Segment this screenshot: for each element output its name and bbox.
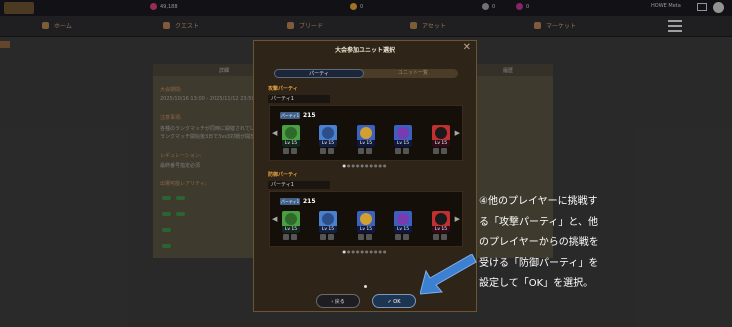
note-line: のプレイヤーからの挑戦を <box>479 237 599 248</box>
page-indicator <box>364 285 367 288</box>
unit-figure <box>285 213 297 225</box>
equip-slots[interactable] <box>433 148 447 154</box>
unit-figure <box>397 213 409 225</box>
unit-level: Lv 15 <box>282 140 300 147</box>
defense-party-label: 防御パーティ <box>268 172 298 178</box>
unit-card[interactable]: Lv 15 <box>432 211 450 233</box>
equip-slots[interactable] <box>433 234 447 240</box>
party-tag: パーティ1 <box>280 112 300 119</box>
unit-card[interactable]: Lv 15 <box>282 125 300 147</box>
unit-card[interactable]: Lv 15 <box>319 211 337 233</box>
ok-button[interactable]: ✓ OK <box>372 294 416 308</box>
party-power: 215 <box>303 112 316 119</box>
back-button[interactable]: ‹ 戻る <box>316 294 360 308</box>
note-line: る「攻撃パーティ」と、他 <box>479 216 598 228</box>
unit-level: Lv 15 <box>319 140 337 147</box>
equip-slots[interactable] <box>358 234 372 240</box>
unit-figure <box>322 127 334 139</box>
unit-card[interactable]: Lv 15 <box>282 211 300 233</box>
equip-slots[interactable] <box>283 234 297 240</box>
unit-level: Lv 15 <box>319 226 337 233</box>
equip-slots[interactable] <box>358 148 372 154</box>
next-arrow-icon[interactable]: ▶ <box>455 215 460 223</box>
tab-unit-list[interactable]: ユニット一覧 <box>368 69 458 78</box>
unit-card[interactable]: Lv 15 <box>319 125 337 147</box>
unit-level: Lv 15 <box>357 140 375 147</box>
attack-team-box: ◀ ▶ パーティ1 215 Lv 15 Lv 15 Lv 15 Lv 15 Lv… <box>269 105 463 161</box>
equip-slots[interactable] <box>320 234 334 240</box>
unit-card[interactable]: Lv 15 <box>432 125 450 147</box>
unit-figure <box>360 127 372 139</box>
defense-party-name[interactable]: パーティ1 <box>268 181 330 189</box>
note-line: 設定して「OK」を選択。 <box>479 278 594 289</box>
unit-card[interactable]: Lv 15 <box>357 211 375 233</box>
unit-level: Lv 15 <box>282 226 300 233</box>
modal-title: 大会参加ユニット選択 <box>334 47 395 54</box>
tab-party[interactable]: パーティ <box>274 69 364 78</box>
unit-level: Lv 15 <box>432 226 450 233</box>
unit-level: Lv 15 <box>394 226 412 233</box>
unit-level: Lv 15 <box>432 140 450 147</box>
unit-figure <box>360 213 372 225</box>
party-power: 215 <box>303 198 316 205</box>
close-icon[interactable]: ✕ <box>463 42 471 53</box>
instruction-note: ④他のプレイヤーに挑戦す る「攻撃パーティ」と、他 のプレイヤーからの挑戦を 受… <box>479 192 629 295</box>
note-line: 受ける「防御パーティ」を <box>479 257 599 269</box>
prev-arrow-icon[interactable]: ◀ <box>272 129 277 137</box>
attack-party-name[interactable]: パーティ1 <box>268 95 330 103</box>
unit-figure <box>435 213 447 225</box>
unit-figure <box>322 213 334 225</box>
next-arrow-icon[interactable]: ▶ <box>455 129 460 137</box>
equip-slots[interactable] <box>320 148 334 154</box>
unit-figure <box>435 127 447 139</box>
equip-slots[interactable] <box>395 234 409 240</box>
unit-card[interactable]: Lv 15 <box>394 125 412 147</box>
attack-page-dots: ●●●●●●●●●● <box>342 163 388 168</box>
unit-figure <box>285 127 297 139</box>
attack-party-label: 攻撃パーティ <box>268 86 298 92</box>
modal-tabs: パーティ ユニット一覧 <box>274 69 458 78</box>
party-tag: パーティ1 <box>280 198 300 205</box>
prev-arrow-icon[interactable]: ◀ <box>272 215 277 223</box>
equip-slots[interactable] <box>395 148 409 154</box>
unit-figure <box>397 127 409 139</box>
unit-card[interactable]: Lv 15 <box>357 125 375 147</box>
defense-team-box: ◀ ▶ パーティ1 215 Lv 15 Lv 15 Lv 15 Lv 15 Lv… <box>269 191 463 247</box>
unit-card[interactable]: Lv 15 <box>394 211 412 233</box>
unit-level: Lv 15 <box>357 226 375 233</box>
unit-level: Lv 15 <box>394 140 412 147</box>
equip-slots[interactable] <box>283 148 297 154</box>
pointer-arrow-icon <box>420 254 477 295</box>
note-line: ④他のプレイヤーに挑戦す <box>479 196 598 207</box>
